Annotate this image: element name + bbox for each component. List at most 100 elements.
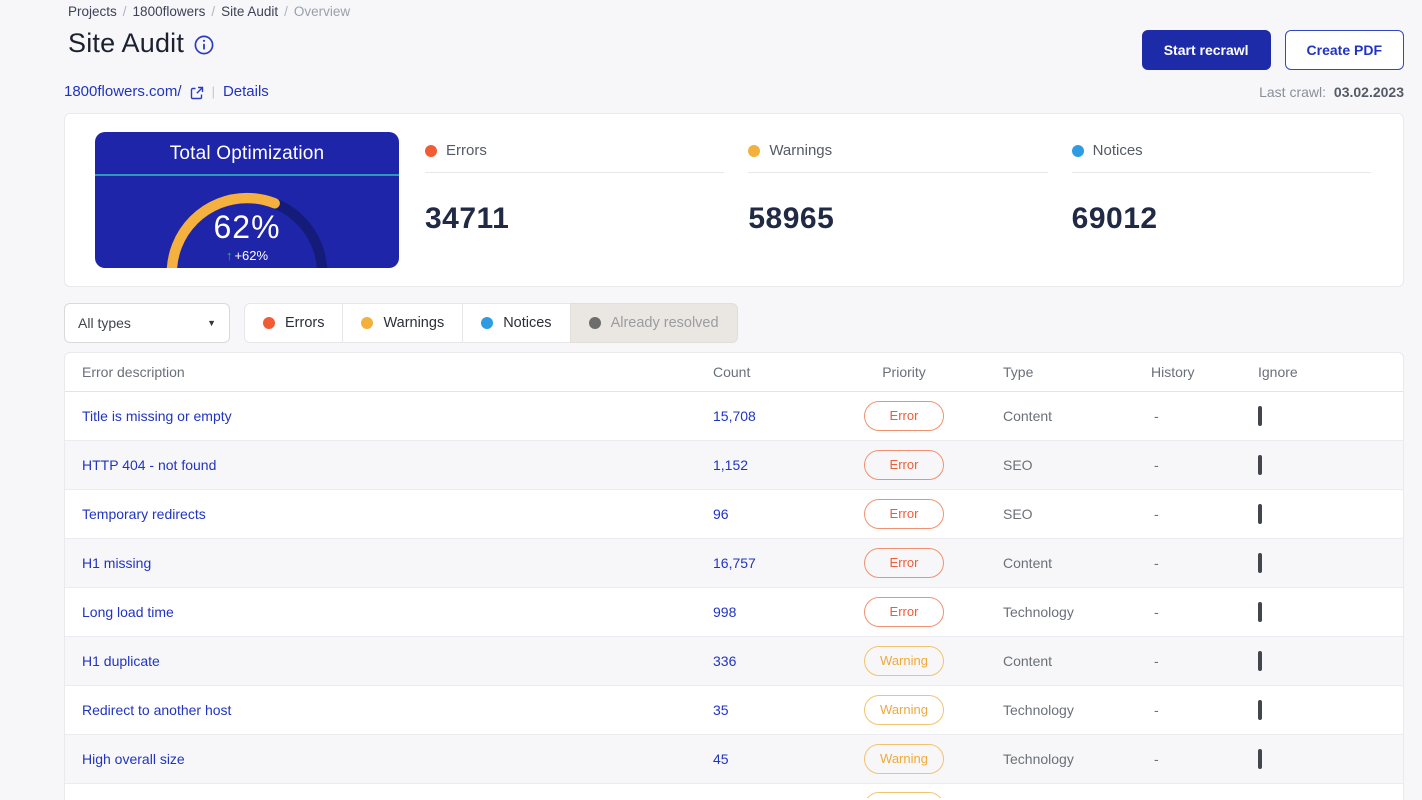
domain-link[interactable]: 1800flowers.com/ <box>64 83 182 100</box>
chip-label: Warnings <box>383 315 445 331</box>
error-description-link[interactable]: Title is missing or empty <box>82 408 713 424</box>
last-crawl-label: Last crawl: <box>1259 83 1327 100</box>
filter-chip-already-resolved[interactable]: Already resolved <box>569 303 738 343</box>
count-link[interactable]: 998 <box>713 604 833 620</box>
breadcrumb-separator: / <box>284 4 288 19</box>
header-actions: Start recrawl Create PDF <box>1141 30 1404 70</box>
col-header-type: Type <box>1003 364 1034 380</box>
ignore-checkbox[interactable] <box>1258 504 1262 524</box>
chip-label: Notices <box>503 315 552 331</box>
ignore-checkbox[interactable] <box>1258 700 1262 720</box>
notices-count: 69012 <box>1071 202 1158 235</box>
divider <box>748 172 1048 173</box>
error-description-link[interactable]: H1 duplicate <box>82 653 713 669</box>
filter-row: All types ▼ Errors Warnings Notices Alre… <box>64 303 1404 343</box>
table-row: HTTP 404 - not found 1,152 Error SEO - <box>65 441 1403 490</box>
error-description-link[interactable]: H1 missing <box>82 555 713 571</box>
type-cell: Technology <box>1003 702 1074 718</box>
notices-dot-icon <box>481 317 494 329</box>
stat-label-text: Notices <box>1092 142 1143 159</box>
last-crawl: Last crawl: 03.02.2023 <box>1259 84 1404 100</box>
priority-badge: Error <box>864 548 944 578</box>
priority-badge: Warning <box>864 744 944 774</box>
count-link[interactable]: 35 <box>713 702 833 718</box>
table-row: Temporary redirects 96 Error SEO - <box>65 490 1403 539</box>
gauge-delta: ↑ +62% <box>95 248 399 263</box>
type-filter-select[interactable]: All types ▼ <box>64 303 230 343</box>
error-description-link[interactable]: High overall size <box>82 751 713 767</box>
ignore-checkbox[interactable] <box>1258 749 1262 769</box>
error-description-link[interactable]: HTTP 404 - not found <box>82 457 713 473</box>
count-link[interactable]: 336 <box>713 653 833 669</box>
history-cell: - <box>1154 506 1159 522</box>
page-title-text: Site Audit <box>68 28 185 58</box>
stat-label-text: Warnings <box>769 142 833 159</box>
breadcrumb-separator: / <box>211 4 216 19</box>
filter-chip-errors[interactable]: Errors <box>244 303 344 343</box>
chip-label: Already resolved <box>610 315 719 331</box>
last-crawl-date: 03.02.2023 <box>1333 83 1404 100</box>
breadcrumb-projects[interactable]: Projects <box>68 4 117 19</box>
start-recrawl-button[interactable]: Start recrawl <box>1141 30 1271 70</box>
external-link-icon[interactable] <box>190 86 204 100</box>
total-optimization-gauge: Total Optimization 62% ↑ +62% <box>95 132 399 268</box>
table-row: High overall size 45 Warning Technology … <box>65 735 1403 784</box>
ignore-checkbox[interactable] <box>1258 651 1262 671</box>
ignore-checkbox[interactable] <box>1258 602 1262 622</box>
history-cell: - <box>1154 702 1159 718</box>
info-icon[interactable] <box>194 35 214 55</box>
warnings-dot-icon <box>361 317 374 329</box>
history-cell: - <box>1154 457 1159 473</box>
ignore-checkbox[interactable] <box>1258 406 1262 426</box>
ignore-checkbox[interactable] <box>1258 455 1262 475</box>
count-link[interactable]: 45 <box>713 751 833 767</box>
type-cell: Technology <box>1003 604 1074 620</box>
gauge-delta-value: +62% <box>234 248 269 263</box>
count-link[interactable]: 16,757 <box>713 555 833 571</box>
create-pdf-button[interactable]: Create PDF <box>1284 30 1404 70</box>
error-description-link[interactable]: Temporary redirects <box>82 506 713 522</box>
priority-badge: Warning <box>864 792 944 798</box>
history-cell: - <box>1154 604 1159 620</box>
priority-badge: Error <box>864 401 944 431</box>
priority-badge: Error <box>864 499 944 529</box>
summary-stats: Errors 34711 Warnings 58965 Notices 6901… <box>425 132 1371 268</box>
type-cell: Content <box>1003 555 1053 571</box>
resolved-dot-icon <box>588 317 601 329</box>
error-description-link[interactable]: Long load time <box>82 604 713 620</box>
col-header-description: Error description <box>82 364 185 380</box>
breadcrumb-project[interactable]: 1800flowers <box>133 4 206 19</box>
issues-table: Error description Count Priority Type Hi… <box>64 352 1404 800</box>
summary-card: Total Optimization 62% ↑ +62% Errors 347… <box>64 113 1404 287</box>
ignore-checkbox[interactable] <box>1258 553 1262 573</box>
count-link[interactable]: 96 <box>713 506 833 522</box>
table-row-partial: Warning <box>65 784 1403 798</box>
gauge-title: Total Optimization <box>169 143 325 164</box>
gauge-value: 62% <box>213 209 281 245</box>
priority-badge: Warning <box>864 695 944 725</box>
errors-dot-icon <box>263 317 275 329</box>
breadcrumb-site-audit[interactable]: Site Audit <box>221 4 278 19</box>
error-description-link[interactable]: Redirect to another host <box>82 702 713 718</box>
stat-notices: Notices 69012 <box>1071 142 1371 268</box>
priority-badge: Warning <box>864 646 944 676</box>
type-cell: SEO <box>1003 457 1033 473</box>
priority-badge: Error <box>864 450 944 480</box>
breadcrumb: Projects / 1800flowers / Site Audit / Ov… <box>64 0 1404 19</box>
col-header-count: Count <box>713 364 751 380</box>
table-header-row: Error description Count Priority Type Hi… <box>65 353 1403 392</box>
errors-count: 34711 <box>425 202 510 235</box>
filter-chip-warnings[interactable]: Warnings <box>342 303 464 343</box>
table-row: Title is missing or empty 15,708 Error C… <box>65 392 1403 441</box>
domain-row: 1800flowers.com/ | Details Last crawl: 0… <box>64 83 1404 100</box>
chevron-down-icon: ▼ <box>207 318 216 328</box>
details-link[interactable]: Details <box>223 83 269 100</box>
stat-warnings: Warnings 58965 <box>748 142 1048 268</box>
col-header-priority: Priority <box>882 364 926 380</box>
count-link[interactable]: 1,152 <box>713 457 833 473</box>
divider <box>425 172 725 173</box>
table-row: Redirect to another host 35 Warning Tech… <box>65 686 1403 735</box>
breadcrumb-separator: / <box>122 4 127 19</box>
filter-chip-notices[interactable]: Notices <box>462 303 571 343</box>
count-link[interactable]: 15,708 <box>713 408 833 424</box>
